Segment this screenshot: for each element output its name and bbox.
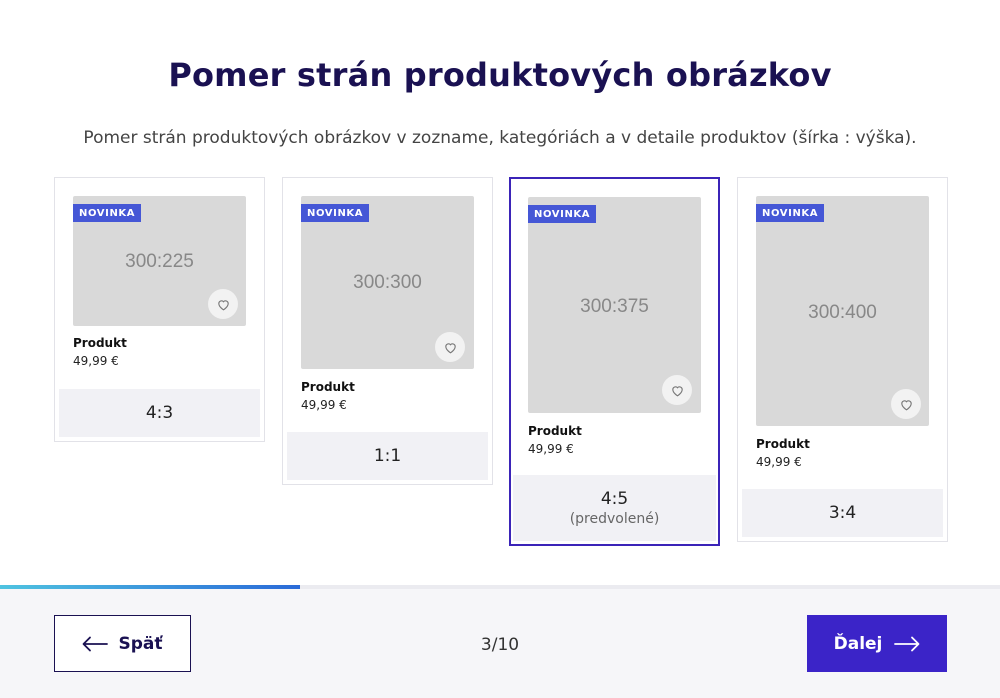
product-name: Produkt [528,424,582,438]
product-image-placeholder: NOVINKA 300:300 [301,196,474,369]
product-image-placeholder: NOVINKA 300:225 [73,196,246,326]
ratio-label: 1:1 [373,446,402,466]
product-image-placeholder: NOVINKA 300:400 [756,196,929,426]
ratio-label-area: 4:5 (predvolené) [513,475,716,541]
product-name: Produkt [73,336,127,350]
wizard-page: Pomer strán produktových obrázkov Pomer … [0,0,1000,698]
ratio-option-4-3[interactable]: NOVINKA 300:225 Produkt 49,99 € 4:3 [54,177,265,442]
image-ratio-text: 300:300 [353,272,422,293]
heart-icon[interactable] [208,289,238,319]
product-price: 49,99 € [73,354,119,368]
heart-icon[interactable] [435,332,465,362]
ratio-option-1-1[interactable]: NOVINKA 300:300 Produkt 49,99 € 1:1 [282,177,493,485]
product-image-placeholder: NOVINKA 300:375 [528,197,701,413]
heart-icon[interactable] [891,389,921,419]
product-price: 49,99 € [756,455,802,469]
new-badge: NOVINKA [301,204,370,222]
next-button-label: Ďalej [833,633,883,654]
ratio-label: 4:5 [600,489,629,509]
ratio-option-4-5[interactable]: NOVINKA 300:375 Produkt 49,99 € 4:5 (pre… [509,177,720,546]
ratio-label: 3:4 [828,503,857,523]
new-badge: NOVINKA [528,205,597,223]
image-ratio-text: 300:400 [808,302,877,323]
next-button[interactable]: Ďalej [807,615,947,672]
product-price: 49,99 € [301,398,347,412]
product-name: Produkt [301,380,355,394]
default-note: (predvolené) [569,511,660,527]
image-ratio-text: 300:225 [125,251,194,272]
new-badge: NOVINKA [756,204,825,222]
ratio-label-area: 1:1 [287,432,488,480]
wizard-footer: Späť 3/10 Ďalej [0,589,1000,698]
image-ratio-text: 300:375 [580,296,649,317]
page-title: Pomer strán produktových obrázkov [168,56,832,94]
product-price: 49,99 € [528,442,574,456]
new-badge: NOVINKA [73,204,142,222]
page-subtitle: Pomer strán produktových obrázkov v zozn… [83,128,917,148]
ratio-label: 4:3 [145,403,174,423]
arrow-right-icon [894,636,920,652]
ratio-label-area: 4:3 [59,389,260,437]
ratio-label-area: 3:4 [742,489,943,537]
heart-icon[interactable] [662,375,692,405]
ratio-option-3-4[interactable]: NOVINKA 300:400 Produkt 49,99 € 3:4 [737,177,948,542]
product-name: Produkt [756,437,810,451]
